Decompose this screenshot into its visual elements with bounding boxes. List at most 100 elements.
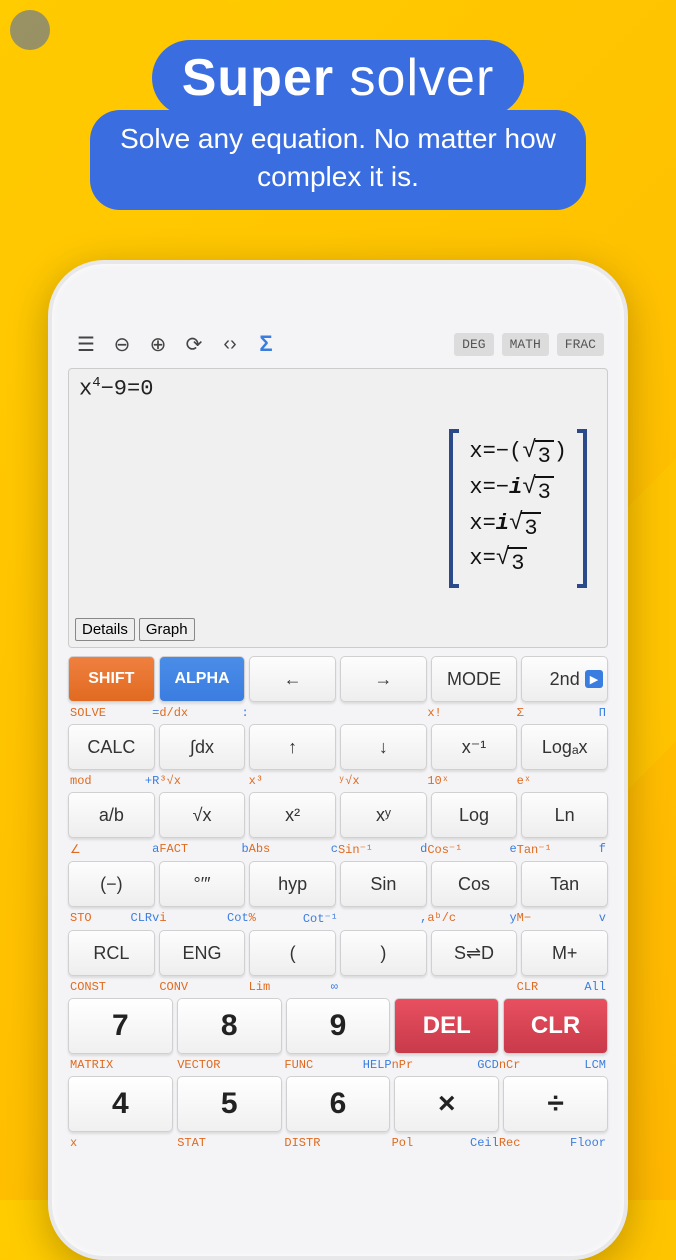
key-hint: d/dx:: [159, 706, 248, 720]
hero-title: Super solver: [152, 40, 525, 116]
key-hint: [427, 980, 516, 994]
key-4[interactable]: 4: [68, 1076, 173, 1132]
key-hint: ʸ√x: [338, 774, 427, 788]
mode-math[interactable]: MATH: [502, 333, 549, 356]
key-log[interactable]: Log: [431, 792, 518, 838]
key-ab[interactable]: a/b: [68, 792, 155, 838]
menu-icon[interactable]: ☰: [72, 330, 100, 358]
key-m[interactable]: M+: [521, 930, 608, 976]
key-hint: Absc: [249, 842, 338, 857]
key-sd[interactable]: S⇌D: [431, 930, 518, 976]
key-hint: SOLVE=: [70, 706, 159, 720]
key-hint: [338, 706, 427, 720]
eq-rest: −9=0: [101, 376, 154, 401]
mode-deg[interactable]: DEG: [454, 333, 493, 356]
key-x[interactable]: √x: [159, 792, 246, 838]
refresh-icon[interactable]: ⟳: [180, 330, 208, 358]
key-hint: x!: [427, 706, 516, 720]
zoom-in-icon[interactable]: ⊕: [144, 330, 172, 358]
key-hyp[interactable]: hyp: [249, 861, 336, 907]
key-hint: %Cot⁻¹: [249, 911, 338, 926]
key-ln[interactable]: Ln: [521, 792, 608, 838]
key-hint: DISTR: [284, 1136, 391, 1150]
key-8[interactable]: 8: [177, 998, 282, 1054]
key-hint: RecFloor: [499, 1136, 606, 1150]
key-[interactable]: ): [340, 930, 427, 976]
key-hint: MATRIX: [70, 1058, 177, 1072]
solution-matrix: x=−(√3)x=−i√3x=i√3x=√3: [449, 429, 587, 588]
key-7[interactable]: 7: [68, 998, 173, 1054]
key-hint: CONST: [70, 980, 159, 994]
key-hint: [338, 980, 427, 994]
key-logx[interactable]: Logₐx: [521, 724, 608, 770]
key-hint: aᵇ/cy: [427, 911, 516, 926]
key-hint: eˣ: [517, 774, 606, 788]
hero-title-bold: Super: [182, 49, 334, 107]
key-shift[interactable]: SHIFT: [68, 656, 155, 702]
key-hint: STAT: [177, 1136, 284, 1150]
key-hint: Lim∞: [249, 980, 338, 994]
key-hint: M−v: [517, 911, 606, 926]
key-eng[interactable]: ENG: [159, 930, 246, 976]
key-hint: ∠a: [70, 842, 159, 857]
key-calc[interactable]: CALC: [68, 724, 155, 770]
solution-row: x=i√3: [469, 509, 567, 545]
key-9[interactable]: 9: [286, 998, 391, 1054]
key-clr[interactable]: CLR: [503, 998, 608, 1054]
eq-base: x: [79, 376, 92, 401]
key-[interactable]: (−): [68, 861, 155, 907]
key-hint: x³: [249, 774, 338, 788]
key-hint: ³√x: [159, 774, 248, 788]
key-hint: [249, 706, 338, 720]
key-alpha[interactable]: ALPHA: [159, 656, 246, 702]
phone-frame: ☰ ⊖ ⊕ ⟳ ‹› Σ DEG MATH FRAC x4−9=0 x=−(√3…: [48, 260, 628, 1260]
key-dx[interactable]: ∫dx: [159, 724, 246, 770]
hero-banner: Super solver Solve any equation. No matt…: [0, 0, 676, 210]
key-hint: CLRAll: [517, 980, 606, 994]
key-[interactable]: ↑: [249, 724, 336, 770]
key-hint: nCrLCM: [499, 1058, 606, 1072]
key-6[interactable]: 6: [286, 1076, 391, 1132]
key-[interactable]: ↓: [340, 724, 427, 770]
details-button[interactable]: Details: [75, 618, 135, 641]
hero-subtitle: Solve any equation. No matter how comple…: [90, 110, 586, 210]
calc-toolbar: ☰ ⊖ ⊕ ⟳ ‹› Σ DEG MATH FRAC: [68, 324, 608, 368]
key-hint: Sin⁻¹d: [338, 842, 427, 857]
eq-exp: 4: [92, 375, 100, 391]
key-[interactable]: (: [249, 930, 336, 976]
key-right[interactable]: →: [340, 656, 427, 702]
key-hint: ΣΠ: [517, 706, 606, 720]
graph-button[interactable]: Graph: [139, 618, 195, 641]
key-[interactable]: ÷: [503, 1076, 608, 1132]
key-x[interactable]: xʸ: [340, 792, 427, 838]
key-hint: VECTOR: [177, 1058, 284, 1072]
key-mode[interactable]: MODE: [431, 656, 518, 702]
key-del[interactable]: DEL: [394, 998, 499, 1054]
key-2nd[interactable]: 2nd▶: [521, 656, 608, 702]
key-hint: 10ˣ: [427, 774, 516, 788]
key-x[interactable]: x²: [249, 792, 336, 838]
key-hint: Cos⁻¹e: [427, 842, 516, 857]
solution-row: x=√3: [469, 544, 567, 580]
key-x[interactable]: x⁻¹: [431, 724, 518, 770]
zoom-out-icon[interactable]: ⊖: [108, 330, 136, 358]
key-sin[interactable]: Sin: [340, 861, 427, 907]
key-tan[interactable]: Tan: [521, 861, 608, 907]
mode-frac[interactable]: FRAC: [557, 333, 604, 356]
code-icon[interactable]: ‹›: [216, 330, 244, 358]
keypad: SHIFT ALPHA ← → MODE 2nd▶ SOLVE=d/dx: x!Σ…: [68, 656, 608, 1152]
key-[interactable]: °′″: [159, 861, 246, 907]
key-hint: STOCLRv: [70, 911, 159, 926]
key-left[interactable]: ←: [249, 656, 336, 702]
key-hint: CONV: [159, 980, 248, 994]
sigma-icon[interactable]: Σ: [252, 330, 280, 358]
key-[interactable]: ×: [394, 1076, 499, 1132]
calc-display: x4−9=0 x=−(√3)x=−i√3x=i√3x=√3 Details Gr…: [68, 368, 608, 648]
equation-input[interactable]: x4−9=0: [79, 375, 597, 401]
key-hint: FUNCHELP: [284, 1058, 391, 1072]
key-cos[interactable]: Cos: [431, 861, 518, 907]
key-hint: x: [70, 1136, 177, 1150]
key-5[interactable]: 5: [177, 1076, 282, 1132]
key-hint: mod+R: [70, 774, 159, 788]
key-rcl[interactable]: RCL: [68, 930, 155, 976]
